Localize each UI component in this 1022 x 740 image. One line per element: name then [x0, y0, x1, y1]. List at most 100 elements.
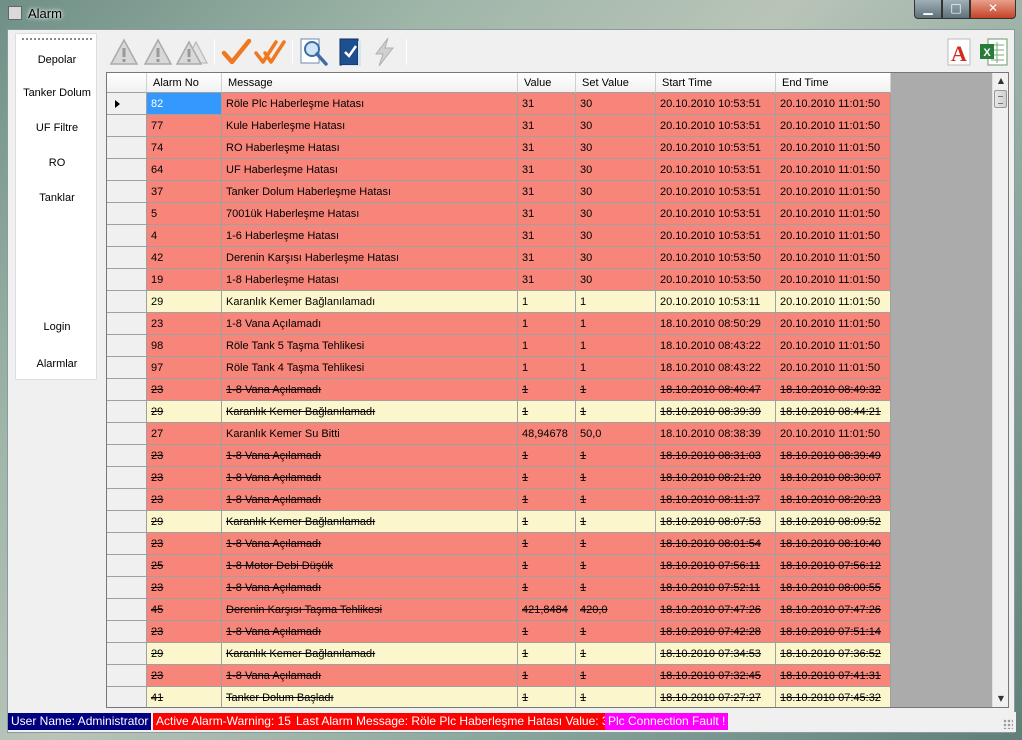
cell-value[interactable]: 1 [518, 313, 576, 335]
cell-set-value[interactable]: 30 [576, 93, 656, 115]
warning-gray-icon[interactable] [142, 36, 174, 68]
table-row[interactable]: 45 Derenin Karşısı Taşma Tehlikesi 421,848… [107, 599, 891, 621]
row-header[interactable] [107, 269, 147, 291]
cell-end-time[interactable]: 20.10.2010 11:01:50 [776, 203, 891, 225]
cell-start-time[interactable]: 18.10.2010 08:38:39 [656, 423, 776, 445]
row-header[interactable] [107, 555, 147, 577]
table-row[interactable]: 23 1-8 Vana Açılamadı 1 1 18.10.2010 07:52:1… [107, 577, 891, 599]
table-row[interactable]: 23 1-8 Vana Açılamadı 1 1 18.10.2010 08:50:2… [107, 313, 891, 335]
cell-alarm-no[interactable]: 64 [147, 159, 222, 181]
cell-set-value[interactable]: 30 [576, 225, 656, 247]
cell-message[interactable]: UF Haberleşme Hatası [222, 159, 518, 181]
row-header[interactable] [107, 643, 147, 665]
table-row[interactable]: 77 Kule Haberleşme Hatası 31 30 20.10.2010 1… [107, 115, 891, 137]
cell-alarm-no[interactable]: 29 [147, 291, 222, 313]
cell-message[interactable]: 1-8 Motor Debi Düşük [222, 555, 518, 577]
cell-alarm-no[interactable]: 23 [147, 665, 222, 687]
row-header[interactable] [107, 401, 147, 423]
column-header-set-value[interactable]: Set Value [576, 73, 656, 93]
row-header[interactable] [107, 665, 147, 687]
cell-message[interactable]: Tanker Dolum Başladı [222, 687, 518, 707]
minimize-button[interactable]: ▁ [914, 0, 942, 19]
cell-set-value[interactable]: 30 [576, 159, 656, 181]
cell-end-time[interactable]: 20.10.2010 11:01:50 [776, 137, 891, 159]
table-row[interactable]: 25 1-8 Motor Debi Düşük 1 1 18.10.2010 07:56… [107, 555, 891, 577]
cell-end-time[interactable]: 18.10.2010 07:36:52 [776, 643, 891, 665]
cell-message[interactable]: Karanlık Kemer Bağlanılamadı [222, 401, 518, 423]
cell-message[interactable]: 1-8 Haberleşme Hatası [222, 269, 518, 291]
cell-value[interactable]: 31 [518, 225, 576, 247]
cell-set-value[interactable]: 1 [576, 643, 656, 665]
cell-set-value[interactable]: 1 [576, 511, 656, 533]
cell-end-time[interactable]: 18.10.2010 08:44:21 [776, 401, 891, 423]
cell-end-time[interactable]: 18.10.2010 08:09:52 [776, 511, 891, 533]
cell-message[interactable]: Karanlık Kemer Bağlanılamadı [222, 643, 518, 665]
cell-alarm-no[interactable]: 29 [147, 643, 222, 665]
cell-set-value[interactable]: 30 [576, 269, 656, 291]
cell-start-time[interactable]: 20.10.2010 10:53:51 [656, 137, 776, 159]
book-icon[interactable] [334, 36, 366, 68]
warning-gray-icon[interactable] [108, 36, 140, 68]
cell-set-value[interactable]: 1 [576, 687, 656, 707]
cell-message[interactable]: Tanker Dolum Haberleşme Hatası [222, 181, 518, 203]
cell-message[interactable]: 1-8 Vana Açılamadı [222, 313, 518, 335]
cell-set-value[interactable]: 1 [576, 665, 656, 687]
cell-message[interactable]: 1-8 Vana Açılamadı [222, 467, 518, 489]
cell-end-time[interactable]: 18.10.2010 07:47:26 [776, 599, 891, 621]
cell-value[interactable]: 1 [518, 665, 576, 687]
cell-start-time[interactable]: 20.10.2010 10:53:51 [656, 115, 776, 137]
cell-message[interactable]: 1-8 Vana Açılamadı [222, 489, 518, 511]
cell-start-time[interactable]: 18.10.2010 08:40:47 [656, 379, 776, 401]
sidebar-item-ro[interactable]: RO [16, 157, 98, 169]
cell-set-value[interactable]: 420,0 [576, 599, 656, 621]
warning-double-gray-icon[interactable] [175, 36, 209, 68]
cell-value[interactable]: 1 [518, 379, 576, 401]
cell-end-time[interactable]: 20.10.2010 11:01:50 [776, 335, 891, 357]
cell-message[interactable]: Röle Tank 5 Taşma Tehlikesi [222, 335, 518, 357]
row-header[interactable] [107, 247, 147, 269]
cell-start-time[interactable]: 18.10.2010 08:43:22 [656, 335, 776, 357]
table-row[interactable]: 29 Karanlık Kemer Bağlanılamadı 1 1 18.10.20… [107, 643, 891, 665]
cell-alarm-no[interactable]: 29 [147, 511, 222, 533]
maximize-button[interactable]: □ [942, 0, 970, 19]
cell-set-value[interactable]: 1 [576, 555, 656, 577]
cell-message[interactable]: 1-8 Vana Açılamadı [222, 577, 518, 599]
scroll-thumb[interactable] [994, 90, 1007, 108]
row-header[interactable] [107, 357, 147, 379]
cell-start-time[interactable]: 18.10.2010 07:56:11 [656, 555, 776, 577]
cell-start-time[interactable]: 18.10.2010 07:27:27 [656, 687, 776, 707]
row-header[interactable] [107, 577, 147, 599]
cell-start-time[interactable]: 18.10.2010 08:11:37 [656, 489, 776, 511]
sidebar-item-tanklar[interactable]: Tanklar [16, 192, 98, 204]
cell-start-time[interactable]: 20.10.2010 10:53:50 [656, 269, 776, 291]
cell-value[interactable]: 1 [518, 577, 576, 599]
cell-start-time[interactable]: 18.10.2010 07:42:28 [656, 621, 776, 643]
table-row[interactable]: 29 Karanlık Kemer Bağlanılamadı 1 1 18.10.20… [107, 401, 891, 423]
cell-message[interactable]: Karanlık Kemer Su Bitti [222, 423, 518, 445]
table-row[interactable]: 29 Karanlık Kemer Bağlanılamadı 1 1 18.10.20… [107, 511, 891, 533]
row-header[interactable] [107, 379, 147, 401]
cell-alarm-no[interactable]: 45 [147, 599, 222, 621]
cell-alarm-no[interactable]: 82 [147, 93, 222, 115]
row-header[interactable] [107, 93, 147, 115]
cell-value[interactable]: 1 [518, 621, 576, 643]
row-header[interactable] [107, 489, 147, 511]
cell-end-time[interactable]: 20.10.2010 11:01:50 [776, 159, 891, 181]
cell-end-time[interactable]: 20.10.2010 11:01:50 [776, 269, 891, 291]
cell-value[interactable]: 1 [518, 555, 576, 577]
cell-end-time[interactable]: 18.10.2010 08:20:23 [776, 489, 891, 511]
cell-value[interactable]: 31 [518, 159, 576, 181]
cell-alarm-no[interactable]: 23 [147, 533, 222, 555]
scroll-down-arrow-icon[interactable]: ▼ [993, 691, 1008, 707]
cell-end-time[interactable]: 20.10.2010 11:01:50 [776, 225, 891, 247]
cell-alarm-no[interactable]: 23 [147, 489, 222, 511]
cell-value[interactable]: 1 [518, 291, 576, 313]
row-header[interactable] [107, 291, 147, 313]
cell-start-time[interactable]: 18.10.2010 07:52:11 [656, 577, 776, 599]
cell-start-time[interactable]: 20.10.2010 10:53:51 [656, 225, 776, 247]
scroll-up-arrow-icon[interactable]: ▲ [993, 73, 1008, 89]
cell-start-time[interactable]: 20.10.2010 10:53:51 [656, 203, 776, 225]
magnifier-icon[interactable] [298, 36, 330, 68]
cell-end-time[interactable]: 18.10.2010 07:45:32 [776, 687, 891, 707]
cell-set-value[interactable]: 1 [576, 335, 656, 357]
